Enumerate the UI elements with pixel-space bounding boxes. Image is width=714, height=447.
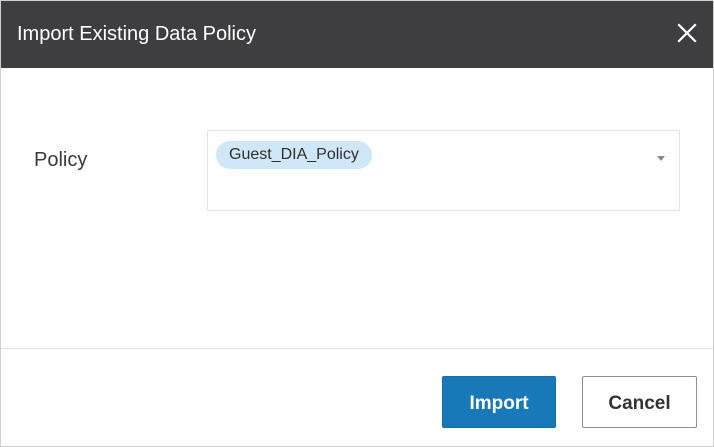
dialog-body: Policy Guest_DIA_Policy bbox=[1, 68, 713, 349]
policy-label: Policy bbox=[34, 149, 88, 171]
cancel-button[interactable]: Cancel bbox=[582, 376, 697, 428]
import-policy-dialog: Import Existing Data Policy Policy Guest… bbox=[0, 0, 714, 447]
dialog-titlebar: Import Existing Data Policy bbox=[1, 1, 713, 68]
dialog-title: Import Existing Data Policy bbox=[17, 23, 256, 45]
import-button[interactable]: Import bbox=[442, 376, 556, 428]
policy-select[interactable]: Guest_DIA_Policy bbox=[207, 130, 680, 211]
close-icon[interactable] bbox=[675, 21, 699, 45]
chevron-down-icon[interactable] bbox=[657, 156, 665, 161]
selected-policy-chip[interactable]: Guest_DIA_Policy bbox=[216, 141, 372, 169]
dialog-footer: Import Cancel bbox=[1, 349, 713, 446]
